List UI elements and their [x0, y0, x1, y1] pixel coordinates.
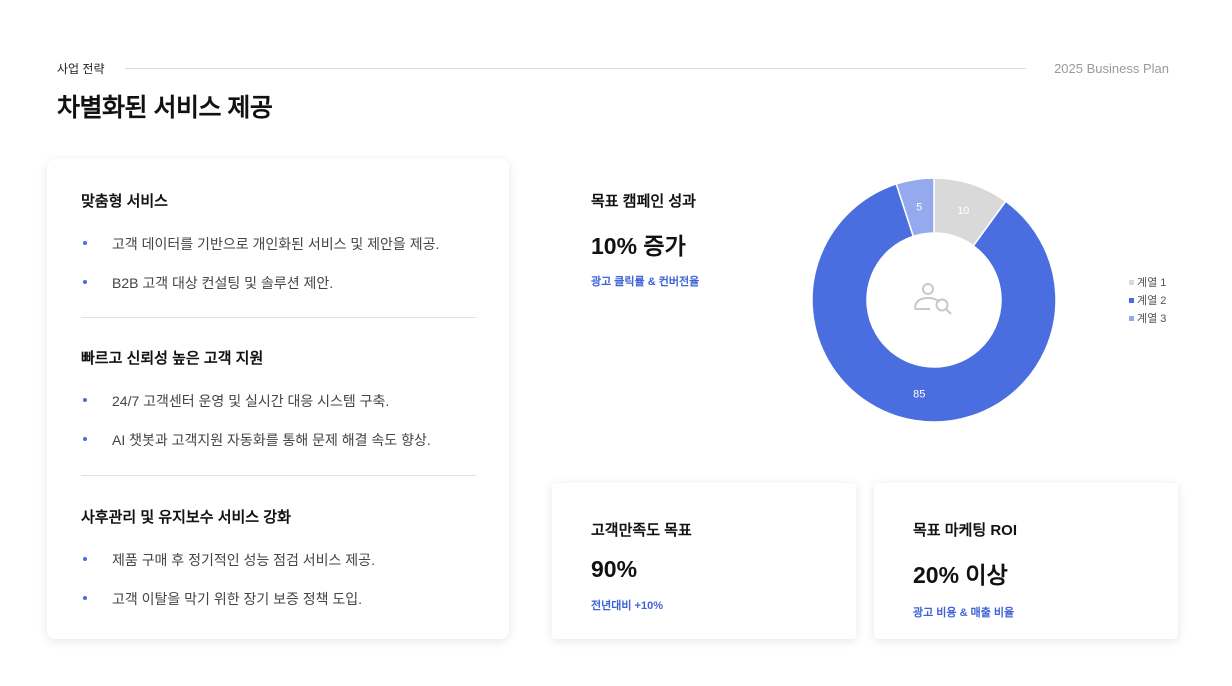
chart-legend: 계열 1 계열 2 계열 3 [1129, 273, 1166, 327]
service-bullet: 24/7 고객센터 운영 및 실시간 대응 시스템 구축. [81, 391, 476, 411]
header-divider [124, 67, 1027, 69]
service-bullet: B2B 고객 대상 컨설팅 및 솔루션 제안. [81, 273, 476, 293]
satisfaction-label: 고객만족도 목표 [591, 522, 692, 539]
services-card: 맞춤형 서비스 고객 데이터를 기반으로 개인화된 서비스 및 제안을 제공. … [47, 159, 509, 639]
campaign-kpi-sub: 광고 클릭률 & 컨버전율 [591, 276, 700, 288]
user-search-icon [914, 283, 952, 315]
roi-value: 20% 이상 [913, 562, 1008, 588]
service-group-title: 맞춤형 서비스 [81, 193, 168, 210]
donut-value-label: 5 [916, 202, 922, 214]
legend-swatch [1129, 297, 1134, 303]
donut-value-label: 10 [957, 205, 969, 217]
service-group-title: 빠르고 신뢰성 높은 고객 지원 [81, 350, 264, 367]
group-divider [81, 475, 476, 476]
campaign-kpi-label: 목표 캠페인 성과 [591, 193, 696, 210]
legend-item-series-2: 계열 2 [1129, 291, 1166, 309]
legend-swatch [1129, 279, 1134, 285]
satisfaction-card: 고객만족도 목표 90% 전년대비 +10% [552, 483, 856, 639]
donut-chart: 10 85 5 [811, 177, 1057, 423]
service-bullet: AI 챗봇과 고객지원 자동화를 통해 문제 해결 속도 향상. [81, 430, 476, 450]
service-group-custom: 맞춤형 서비스 고객 데이터를 기반으로 개인화된 서비스 및 제안을 제공. … [81, 190, 476, 293]
donut-value-label: 85 [913, 388, 925, 400]
legend-item-series-1: 계열 1 [1129, 273, 1166, 291]
service-group-title: 사후관리 및 유지보수 서비스 강화 [81, 509, 291, 526]
section-tag: 사업 전략 [57, 61, 105, 76]
campaign-kpi-value: 10% 증가 [591, 233, 686, 259]
campaign-kpi: 목표 캠페인 성과 10% 증가 광고 클릭률 & 컨버전율 [591, 190, 699, 289]
satisfaction-value: 90% [591, 556, 638, 582]
page-title: 차별화된 서비스 제공 [57, 94, 273, 122]
service-bullet: 고객 이탈을 막기 위한 장기 보증 정책 도입. [81, 589, 476, 609]
group-divider [81, 317, 476, 318]
service-bullet: 제품 구매 후 정기적인 성능 점검 서비스 제공. [81, 550, 476, 570]
satisfaction-sub: 전년대비 +10% [591, 600, 663, 612]
roi-card: 목표 마케팅 ROI 20% 이상 광고 비용 & 매출 비율 [874, 483, 1178, 639]
roi-label: 목표 마케팅 ROI [913, 522, 1018, 539]
service-group-support: 빠르고 신뢰성 높은 고객 지원 24/7 고객센터 운영 및 실시간 대응 시… [81, 347, 476, 450]
service-group-aftercare: 사후관리 및 유지보수 서비스 강화 제품 구매 후 정기적인 성능 점검 서비… [81, 506, 476, 609]
service-bullet: 고객 데이터를 기반으로 개인화된 서비스 및 제안을 제공. [81, 234, 476, 254]
plan-label: 2025 Business Plan [1054, 60, 1169, 76]
legend-item-series-3: 계열 3 [1129, 309, 1166, 327]
header-row: 사업 전략 2025 Business Plan [57, 59, 1169, 77]
roi-sub: 광고 비용 & 매출 비율 [913, 607, 1015, 619]
legend-label: 계열 3 [1137, 313, 1167, 325]
legend-swatch [1129, 315, 1134, 321]
legend-label: 계열 2 [1137, 295, 1167, 307]
legend-label: 계열 1 [1137, 277, 1167, 289]
